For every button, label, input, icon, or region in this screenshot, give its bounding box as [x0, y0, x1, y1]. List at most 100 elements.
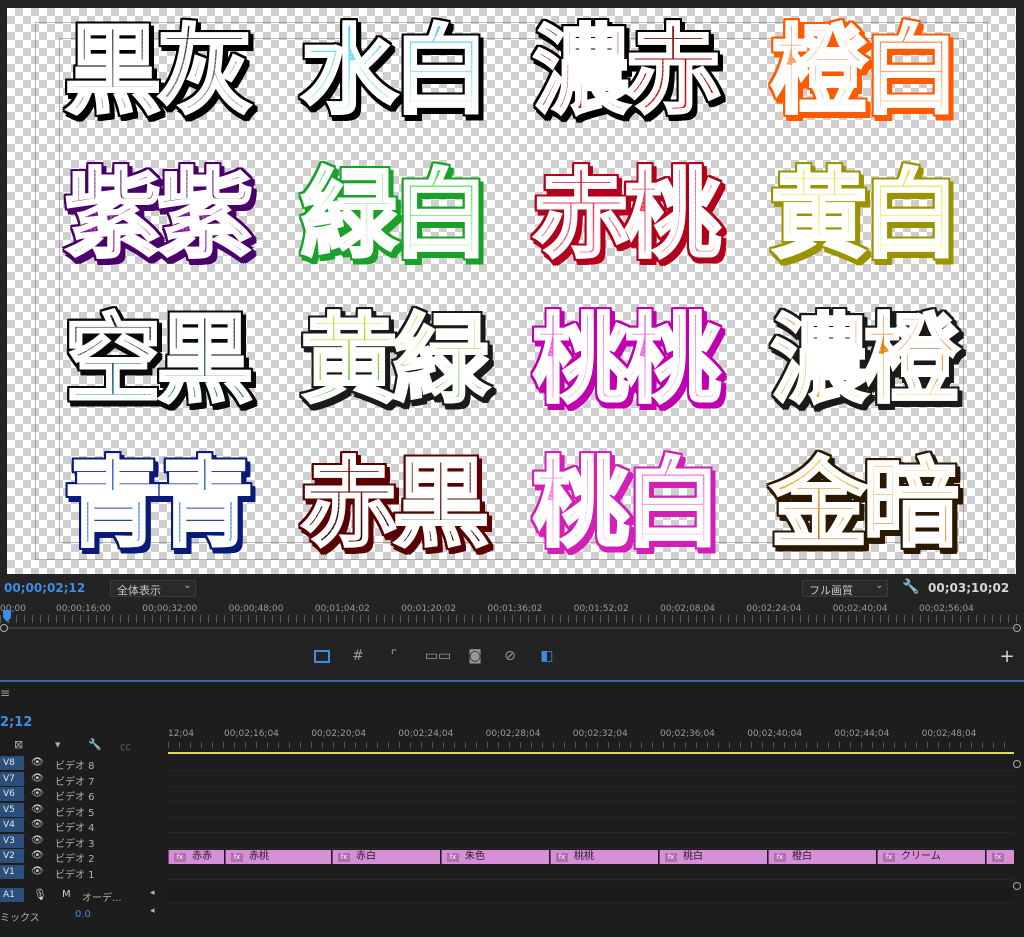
- ruler-label: 00;01;36;02: [487, 604, 543, 614]
- scroll-handle-left[interactable]: [0, 624, 8, 632]
- scroll-handle-right[interactable]: [1013, 624, 1021, 632]
- title-text[interactable]: 空黒: [51, 305, 263, 415]
- timeline-ruler-label: 12;04: [168, 729, 194, 739]
- track-lane[interactable]: [168, 865, 1014, 880]
- timeline-scroll-handle-top[interactable]: [1013, 760, 1021, 768]
- track-lane[interactable]: [168, 803, 1014, 818]
- eye-icon[interactable]: 👁: [31, 757, 44, 768]
- snap-icon[interactable]: ⊠: [14, 738, 23, 751]
- chevron-down-icon: ⌄: [875, 581, 883, 591]
- track-lane[interactable]: fx 赤赤 fx 赤桃 fx 赤白 fx 朱色 fx 桃桃 fx 桃白 fx 橙白 fx クリーム fx: [168, 849, 1014, 864]
- timeline-clip[interactable]: fx 赤赤: [168, 850, 224, 864]
- track-header-v7[interactable]: V7 👁 ビデオ 7: [0, 771, 168, 788]
- track-target[interactable]: V3: [0, 833, 24, 848]
- title-text[interactable]: 黒灰: [51, 16, 263, 126]
- title-text[interactable]: 黄緑: [287, 305, 499, 415]
- grid-icon[interactable]: #: [348, 646, 368, 666]
- title-text[interactable]: 水白: [287, 16, 499, 126]
- track-target[interactable]: V7: [0, 771, 24, 786]
- timeline-clip[interactable]: fx 桃白: [659, 850, 767, 864]
- quality-dropdown[interactable]: フル画質 ⌄: [802, 580, 888, 597]
- audio-lane[interactable]: [168, 888, 1014, 903]
- mix-value[interactable]: 0.0: [75, 909, 91, 920]
- multicam-icon[interactable]: ◧: [537, 646, 557, 666]
- title-text[interactable]: 紫紫: [51, 160, 263, 270]
- title-text-label: 黄緑: [300, 304, 491, 416]
- timeline-clip[interactable]: fx 朱色: [441, 850, 549, 864]
- title-text[interactable]: 橙白: [757, 16, 969, 126]
- track-lane[interactable]: [168, 772, 1014, 787]
- comparison-view-icon[interactable]: ▭▭: [425, 646, 451, 666]
- ruler-icon[interactable]: ⌜: [384, 646, 404, 666]
- microphone-icon[interactable]: 🎙: [33, 888, 47, 901]
- zoom-scrollbar[interactable]: [6, 627, 1018, 629]
- title-text[interactable]: 金暗: [757, 449, 969, 559]
- track-target[interactable]: V8: [0, 756, 24, 770]
- work-area-bar[interactable]: [168, 752, 1014, 754]
- collapse-arrow-icon[interactable]: ◂: [150, 888, 155, 898]
- program-monitor-ruler[interactable]: 00;00 00;00;16;00 00;00;32;00 00;00;48;00 00…: [0, 600, 1024, 636]
- track-target[interactable]: V5: [0, 802, 24, 817]
- track-target[interactable]: V1: [0, 864, 24, 879]
- timeline-scroll-handle-bottom[interactable]: [1013, 882, 1021, 890]
- wrench-icon[interactable]: 🔧: [902, 579, 919, 595]
- timeline-timecode[interactable]: 2;12: [0, 715, 32, 730]
- title-text-label: 濃赤: [532, 15, 723, 127]
- camera-icon[interactable]: ◙: [465, 646, 485, 666]
- timeline-panel: ≡ 2;12 ⊠ ▾ 🔧 ㏄ 12;04 00;02;16;04 00;02;20;…: [0, 680, 1024, 937]
- eye-icon[interactable]: 👁: [31, 788, 44, 799]
- zoom-dropdown[interactable]: 全体表示 ⌄: [110, 580, 196, 597]
- playhead-timecode[interactable]: 00;00;02;12: [4, 581, 85, 595]
- captions-icon[interactable]: ㏄: [120, 738, 131, 754]
- title-text[interactable]: 緑白: [287, 160, 499, 270]
- eye-icon[interactable]: 👁: [31, 835, 44, 846]
- title-text[interactable]: 濃橙: [757, 305, 969, 415]
- timeline-clip[interactable]: fx クリーム: [877, 850, 985, 864]
- timeline-clip[interactable]: fx 赤白: [332, 850, 440, 864]
- wrench-icon[interactable]: 🔧: [88, 738, 102, 751]
- timeline-clip[interactable]: fx 赤桃: [225, 850, 331, 864]
- track-lane[interactable]: [168, 756, 1014, 771]
- eye-icon[interactable]: 👁: [31, 850, 44, 861]
- eye-icon[interactable]: 👁: [31, 819, 44, 830]
- clip-label: 桃桃: [574, 851, 594, 862]
- track-target[interactable]: V6: [0, 787, 24, 801]
- track-header-v8[interactable]: V8 👁 ビデオ 8: [0, 756, 168, 772]
- title-text[interactable]: 青青: [51, 449, 263, 559]
- eye-icon[interactable]: 👁: [31, 804, 44, 815]
- ruler-label: 00;02;40;04: [832, 604, 888, 614]
- title-text[interactable]: 黄白: [757, 160, 969, 270]
- timeline-clip[interactable]: fx: [986, 850, 1014, 864]
- track-target[interactable]: V2: [0, 849, 24, 863]
- marker-icon[interactable]: ▾: [55, 738, 61, 751]
- title-text[interactable]: 濃赤: [519, 16, 731, 126]
- safe-margins-icon[interactable]: [312, 646, 332, 666]
- track-lane[interactable]: [168, 834, 1014, 849]
- track-target[interactable]: A1: [0, 888, 24, 902]
- track-header-v3[interactable]: V3 👁 ビデオ 3: [0, 833, 168, 850]
- track-header-v5[interactable]: V5 👁 ビデオ 5: [0, 802, 168, 819]
- collapse-arrow-icon[interactable]: ◂: [150, 906, 155, 916]
- add-button-icon[interactable]: +: [997, 646, 1017, 667]
- track-header-v1[interactable]: V1 👁 ビデオ 1: [0, 864, 168, 881]
- title-text[interactable]: 赤黒: [287, 449, 499, 559]
- title-text[interactable]: 赤桃: [519, 160, 731, 270]
- fx-badge: fx: [231, 853, 243, 862]
- timeline-clip[interactable]: fx 桃桃: [550, 850, 658, 864]
- eye-icon[interactable]: 👁: [31, 773, 44, 784]
- timeline-ruler[interactable]: 12;04 00;02;16;04 00;02;20;04 00;02;24;04 00…: [168, 726, 1014, 752]
- track-header-v6[interactable]: V6 👁 ビデオ 6: [0, 787, 168, 803]
- timeline-clip[interactable]: fx 橙白: [768, 850, 876, 864]
- title-text[interactable]: 桃白: [519, 449, 731, 559]
- mute-button[interactable]: M: [62, 889, 71, 900]
- title-text[interactable]: 桃桃: [519, 305, 731, 415]
- track-target[interactable]: V4: [0, 818, 24, 832]
- track-lane[interactable]: [168, 787, 1014, 802]
- track-header-v4[interactable]: V4 👁 ビデオ 4: [0, 818, 168, 834]
- vr-icon[interactable]: ⊘: [500, 646, 520, 666]
- eye-icon[interactable]: 👁: [31, 866, 44, 877]
- track-header-a1[interactable]: A1 🎙 M オーデ... ◂: [0, 888, 168, 904]
- track-header-v2[interactable]: V2 👁 ビデオ 2: [0, 849, 168, 865]
- track-lane[interactable]: [168, 818, 1014, 833]
- timeline-menu-icon[interactable]: ≡: [0, 686, 10, 700]
